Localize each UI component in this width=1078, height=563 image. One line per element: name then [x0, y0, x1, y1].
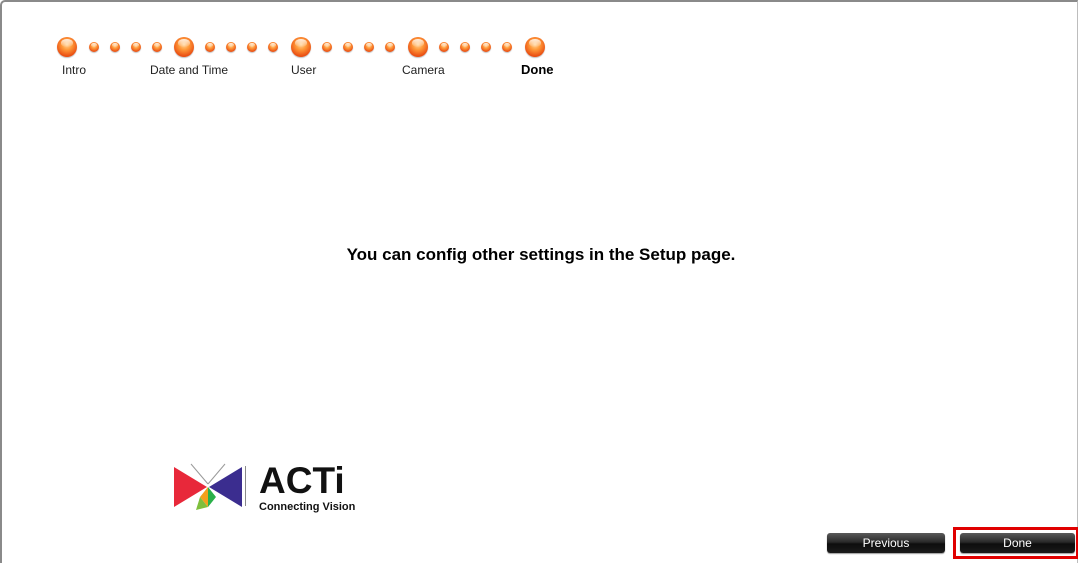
progress-dot	[110, 42, 120, 52]
progress-dot	[247, 42, 257, 52]
progress-dot	[152, 42, 162, 52]
progress-dot	[439, 42, 449, 52]
progress-dot	[385, 42, 395, 52]
done-button[interactable]: Done	[960, 533, 1075, 553]
step-date-time-indicator	[174, 37, 194, 57]
brand-name: ACTi	[259, 460, 345, 501]
progress-dot	[131, 42, 141, 52]
step-label-done: Done	[521, 62, 554, 77]
logo-divider	[245, 466, 246, 506]
progress-dot	[268, 42, 278, 52]
previous-button[interactable]: Previous	[827, 533, 945, 553]
step-done-indicator	[525, 37, 545, 57]
step-user-indicator	[291, 37, 311, 57]
brand-tagline: Connecting Vision	[259, 501, 356, 513]
step-label-camera: Camera	[402, 63, 445, 77]
setup-wizard-window: Intro Date and Time User Camera Done You…	[0, 0, 1078, 563]
completion-message: You can config other settings in the Set…	[346, 245, 736, 264]
progress-dot	[226, 42, 236, 52]
progress-dot	[481, 42, 491, 52]
step-label-date-time: Date and Time	[150, 63, 229, 77]
progress-dot	[364, 42, 374, 52]
progress-dot	[322, 42, 332, 52]
progress-dot	[460, 42, 470, 52]
step-label-user: User	[291, 63, 317, 77]
step-label-intro: Intro	[62, 63, 87, 77]
progress-dot	[205, 42, 215, 52]
progress-dot	[502, 42, 512, 52]
progress-dot	[343, 42, 353, 52]
step-camera-indicator	[408, 37, 428, 57]
step-intro-indicator	[57, 37, 77, 57]
progress-dot	[89, 42, 99, 52]
